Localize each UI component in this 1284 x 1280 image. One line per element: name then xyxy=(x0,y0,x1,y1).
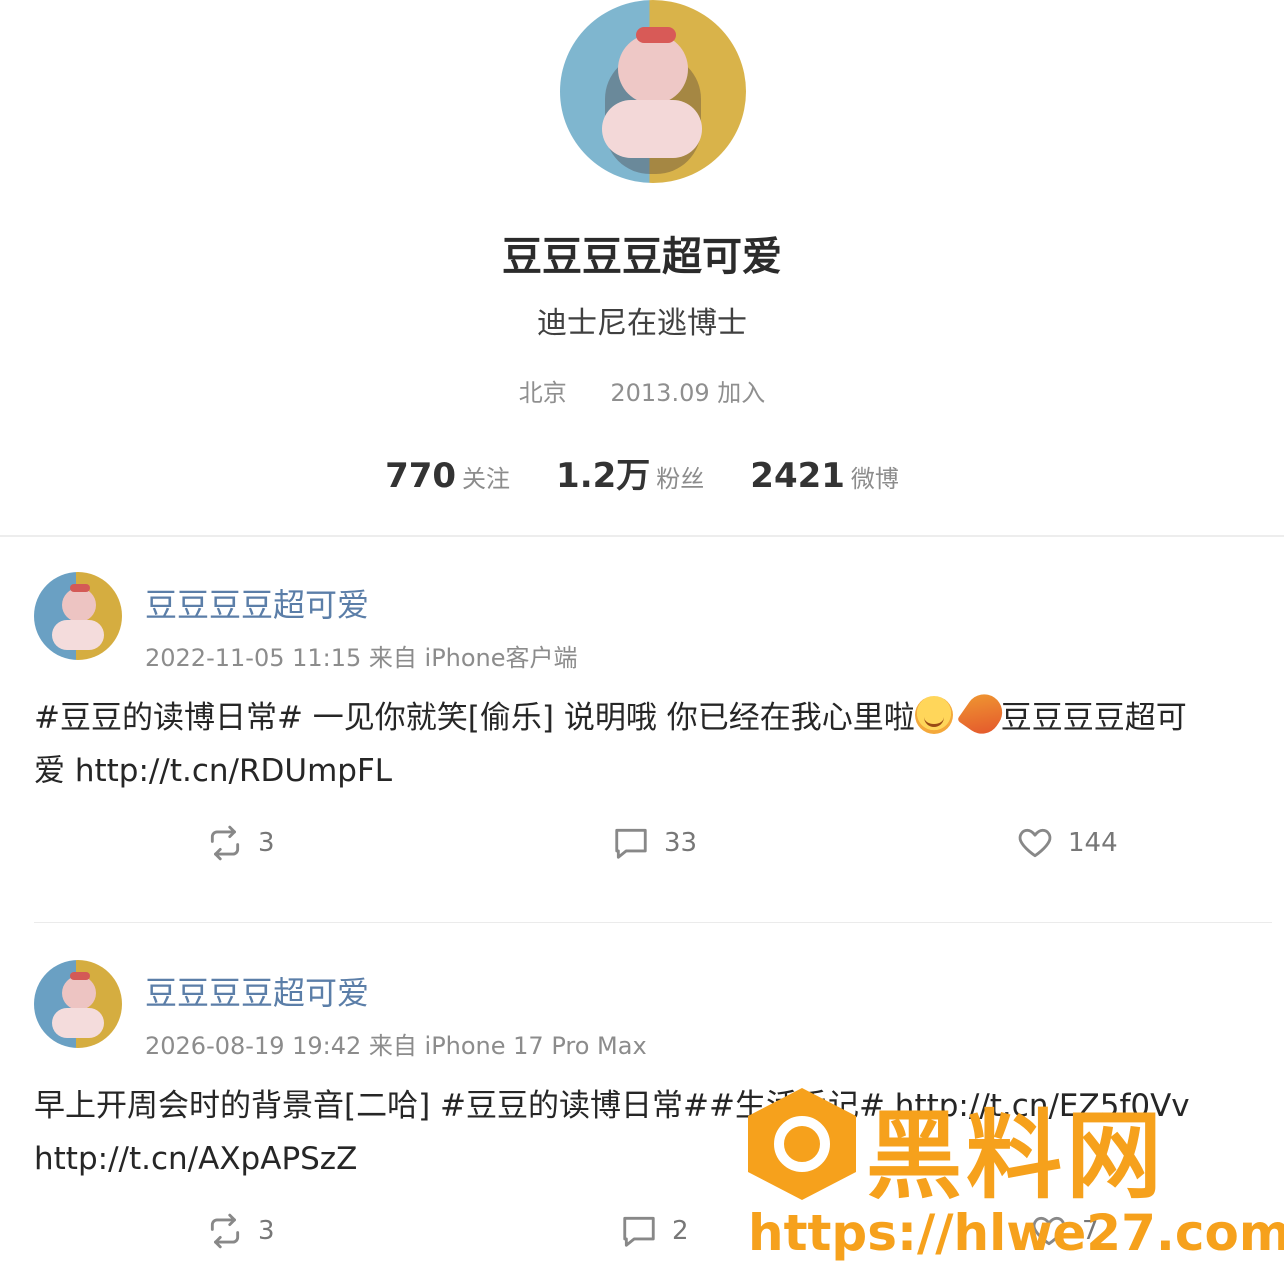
like-count: 144 xyxy=(1068,828,1118,858)
post-author[interactable]: 豆豆豆豆超可爱 xyxy=(145,968,369,1014)
post-divider xyxy=(34,922,1272,923)
repost-icon xyxy=(210,825,240,861)
profile-bio: 迪士尼在逃博士 xyxy=(537,306,747,341)
watermark: 黑料网 https://hlwe27.com xyxy=(748,1084,1284,1274)
repost-count: 3 xyxy=(258,1216,275,1246)
stat-following-label: 关注 xyxy=(462,465,511,493)
repost-button[interactable]: 3 xyxy=(206,1212,275,1250)
stat-followers[interactable]: 1.2万 粉丝 xyxy=(556,448,704,497)
stat-followers-label: 粉丝 xyxy=(656,465,705,493)
post-meta: 2026-08-19 19:42 来自 iPhone 17 Pro Max xyxy=(145,1032,647,1060)
post-avatar[interactable] xyxy=(34,572,122,660)
profile-joined: 2013.09 加入 xyxy=(610,379,766,407)
repost-icon xyxy=(210,1213,240,1249)
watermark-url: https://hlwe27.com xyxy=(748,1204,1284,1262)
post-body-line2[interactable]: 爱 http://t.cn/RDUmpFL xyxy=(34,745,1254,798)
stat-posts-count: 2421 xyxy=(750,456,845,496)
like-button[interactable]: 144 xyxy=(1016,824,1118,862)
comment-button[interactable]: 2 xyxy=(620,1212,689,1250)
profile-header: 豆豆豆豆超可爱 迪士尼在逃博士 北京 2013.09 加入 770 关注 1.2万… xyxy=(0,0,1284,535)
post-body-line1-tail: 豆豆豆豆超可 xyxy=(1000,700,1187,736)
comment-count: 2 xyxy=(672,1216,689,1246)
watermark-title: 黑料网 xyxy=(866,1100,1166,1212)
profile-stats: 770 关注 1.2万 粉丝 2421 微博 xyxy=(0,448,1284,497)
profile-name: 豆豆豆豆超可爱 xyxy=(502,234,782,280)
profile-avatar[interactable] xyxy=(560,0,746,183)
comment-icon xyxy=(623,1216,655,1247)
comment-count: 33 xyxy=(664,828,698,858)
repost-count: 3 xyxy=(258,828,275,858)
stat-followers-count: 1.2万 xyxy=(556,456,651,496)
post-actions: 3 33 144 xyxy=(0,824,1284,884)
post-body: #豆豆的读博日常# 一见你就笑[偷乐] 说明哦 你已经在我心里啦 豆豆豆豆超可 爱… xyxy=(34,687,1254,798)
watermark-logo-icon xyxy=(748,1088,856,1200)
profile-location: 北京 xyxy=(518,379,567,407)
stat-following-count: 770 xyxy=(385,456,457,496)
post-avatar[interactable] xyxy=(34,960,122,1048)
post-body-line1: #豆豆的读博日常# 一见你就笑[偷乐] 说明哦 你已经在我心里啦 xyxy=(34,700,915,736)
post-meta: 2022-11-05 11:15 来自 iPhone客户端 xyxy=(145,644,578,672)
repost-button[interactable]: 3 xyxy=(206,824,275,862)
post-author[interactable]: 豆豆豆豆超可爱 xyxy=(145,580,369,626)
section-divider xyxy=(0,535,1284,537)
stat-following[interactable]: 770 关注 xyxy=(385,456,510,496)
comment-button[interactable]: 33 xyxy=(612,824,697,862)
stat-posts[interactable]: 2421 微博 xyxy=(750,456,899,496)
smiling-face-icon xyxy=(914,696,953,734)
profile-meta: 北京 2013.09 加入 xyxy=(0,373,1284,408)
comment-icon xyxy=(615,828,647,859)
stat-posts-label: 微博 xyxy=(850,465,899,493)
heart-icon xyxy=(1018,828,1052,858)
